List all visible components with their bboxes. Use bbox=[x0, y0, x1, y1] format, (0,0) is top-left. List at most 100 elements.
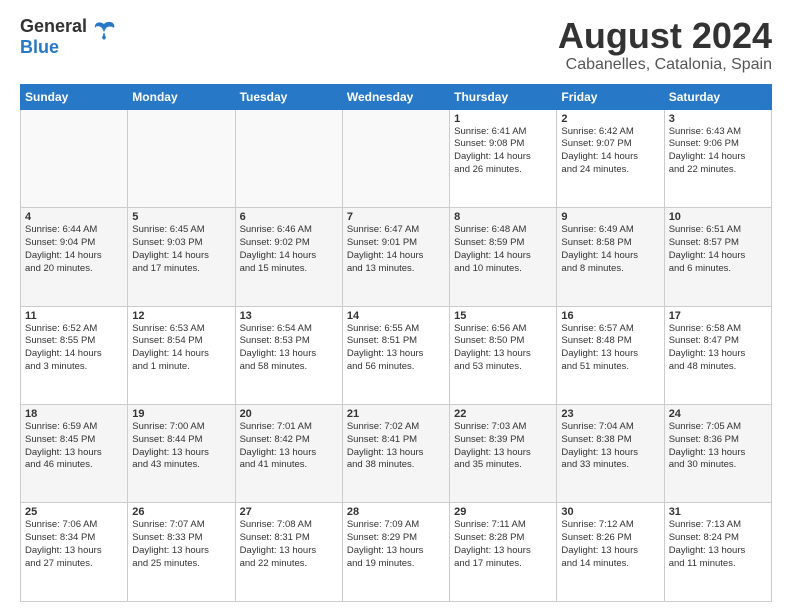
day-info: Sunrise: 6:55 AM Sunset: 8:51 PM Dayligh… bbox=[347, 323, 445, 374]
day-info: Sunrise: 6:51 AM Sunset: 8:57 PM Dayligh… bbox=[669, 224, 767, 275]
table-row: 14Sunrise: 6:55 AM Sunset: 8:51 PM Dayli… bbox=[342, 306, 449, 404]
day-info: Sunrise: 6:48 AM Sunset: 8:59 PM Dayligh… bbox=[454, 224, 552, 275]
table-row: 10Sunrise: 6:51 AM Sunset: 8:57 PM Dayli… bbox=[664, 208, 771, 306]
table-row bbox=[128, 109, 235, 207]
day-info: Sunrise: 7:11 AM Sunset: 8:28 PM Dayligh… bbox=[454, 519, 552, 570]
day-number: 6 bbox=[240, 211, 338, 223]
table-row: 8Sunrise: 6:48 AM Sunset: 8:59 PM Daylig… bbox=[450, 208, 557, 306]
day-info: Sunrise: 7:01 AM Sunset: 8:42 PM Dayligh… bbox=[240, 421, 338, 472]
day-info: Sunrise: 6:49 AM Sunset: 8:58 PM Dayligh… bbox=[561, 224, 659, 275]
day-number: 1 bbox=[454, 113, 552, 125]
day-number: 16 bbox=[561, 310, 659, 322]
day-info: Sunrise: 7:04 AM Sunset: 8:38 PM Dayligh… bbox=[561, 421, 659, 472]
table-row: 30Sunrise: 7:12 AM Sunset: 8:26 PM Dayli… bbox=[557, 503, 664, 602]
header-thursday: Thursday bbox=[450, 84, 557, 109]
table-row: 22Sunrise: 7:03 AM Sunset: 8:39 PM Dayli… bbox=[450, 405, 557, 503]
header-tuesday: Tuesday bbox=[235, 84, 342, 109]
table-row: 25Sunrise: 7:06 AM Sunset: 8:34 PM Dayli… bbox=[21, 503, 128, 602]
month-title: August 2024 bbox=[558, 16, 772, 56]
day-info: Sunrise: 7:09 AM Sunset: 8:29 PM Dayligh… bbox=[347, 519, 445, 570]
table-row: 5Sunrise: 6:45 AM Sunset: 9:03 PM Daylig… bbox=[128, 208, 235, 306]
calendar-row-2: 11Sunrise: 6:52 AM Sunset: 8:55 PM Dayli… bbox=[21, 306, 772, 404]
table-row: 6Sunrise: 6:46 AM Sunset: 9:02 PM Daylig… bbox=[235, 208, 342, 306]
calendar-table: Sunday Monday Tuesday Wednesday Thursday… bbox=[20, 84, 772, 602]
day-info: Sunrise: 7:00 AM Sunset: 8:44 PM Dayligh… bbox=[132, 421, 230, 472]
table-row: 16Sunrise: 6:57 AM Sunset: 8:48 PM Dayli… bbox=[557, 306, 664, 404]
day-number: 13 bbox=[240, 310, 338, 322]
table-row: 23Sunrise: 7:04 AM Sunset: 8:38 PM Dayli… bbox=[557, 405, 664, 503]
day-info: Sunrise: 7:12 AM Sunset: 8:26 PM Dayligh… bbox=[561, 519, 659, 570]
day-number: 4 bbox=[25, 211, 123, 223]
day-info: Sunrise: 7:03 AM Sunset: 8:39 PM Dayligh… bbox=[454, 421, 552, 472]
day-number: 23 bbox=[561, 408, 659, 420]
table-row: 9Sunrise: 6:49 AM Sunset: 8:58 PM Daylig… bbox=[557, 208, 664, 306]
day-number: 31 bbox=[669, 506, 767, 518]
calendar-row-1: 4Sunrise: 6:44 AM Sunset: 9:04 PM Daylig… bbox=[21, 208, 772, 306]
table-row: 31Sunrise: 7:13 AM Sunset: 8:24 PM Dayli… bbox=[664, 503, 771, 602]
day-number: 21 bbox=[347, 408, 445, 420]
day-info: Sunrise: 6:43 AM Sunset: 9:06 PM Dayligh… bbox=[669, 126, 767, 177]
day-info: Sunrise: 7:05 AM Sunset: 8:36 PM Dayligh… bbox=[669, 421, 767, 472]
table-row: 19Sunrise: 7:00 AM Sunset: 8:44 PM Dayli… bbox=[128, 405, 235, 503]
table-row: 20Sunrise: 7:01 AM Sunset: 8:42 PM Dayli… bbox=[235, 405, 342, 503]
table-row: 27Sunrise: 7:08 AM Sunset: 8:31 PM Dayli… bbox=[235, 503, 342, 602]
logo-general: General bbox=[20, 16, 87, 36]
day-number: 3 bbox=[669, 113, 767, 125]
day-number: 29 bbox=[454, 506, 552, 518]
day-info: Sunrise: 6:42 AM Sunset: 9:07 PM Dayligh… bbox=[561, 126, 659, 177]
logo: General Blue bbox=[20, 16, 118, 57]
day-number: 12 bbox=[132, 310, 230, 322]
day-info: Sunrise: 6:47 AM Sunset: 9:01 PM Dayligh… bbox=[347, 224, 445, 275]
calendar-row-0: 1Sunrise: 6:41 AM Sunset: 9:08 PM Daylig… bbox=[21, 109, 772, 207]
day-number: 2 bbox=[561, 113, 659, 125]
header-wednesday: Wednesday bbox=[342, 84, 449, 109]
calendar-row-3: 18Sunrise: 6:59 AM Sunset: 8:45 PM Dayli… bbox=[21, 405, 772, 503]
day-info: Sunrise: 6:54 AM Sunset: 8:53 PM Dayligh… bbox=[240, 323, 338, 374]
location-title: Cabanelles, Catalonia, Spain bbox=[558, 56, 772, 74]
table-row bbox=[21, 109, 128, 207]
title-block: August 2024 Cabanelles, Catalonia, Spain bbox=[558, 16, 772, 74]
day-info: Sunrise: 6:58 AM Sunset: 8:47 PM Dayligh… bbox=[669, 323, 767, 374]
page: General Blue August 2024 Cabanelles, Cat… bbox=[0, 0, 792, 612]
day-number: 10 bbox=[669, 211, 767, 223]
day-info: Sunrise: 6:52 AM Sunset: 8:55 PM Dayligh… bbox=[25, 323, 123, 374]
day-number: 7 bbox=[347, 211, 445, 223]
table-row: 26Sunrise: 7:07 AM Sunset: 8:33 PM Dayli… bbox=[128, 503, 235, 602]
day-number: 27 bbox=[240, 506, 338, 518]
table-row: 15Sunrise: 6:56 AM Sunset: 8:50 PM Dayli… bbox=[450, 306, 557, 404]
day-number: 28 bbox=[347, 506, 445, 518]
calendar-row-4: 25Sunrise: 7:06 AM Sunset: 8:34 PM Dayli… bbox=[21, 503, 772, 602]
table-row: 3Sunrise: 6:43 AM Sunset: 9:06 PM Daylig… bbox=[664, 109, 771, 207]
day-info: Sunrise: 7:08 AM Sunset: 8:31 PM Dayligh… bbox=[240, 519, 338, 570]
table-row: 1Sunrise: 6:41 AM Sunset: 9:08 PM Daylig… bbox=[450, 109, 557, 207]
day-number: 15 bbox=[454, 310, 552, 322]
day-number: 8 bbox=[454, 211, 552, 223]
day-number: 26 bbox=[132, 506, 230, 518]
day-number: 17 bbox=[669, 310, 767, 322]
day-info: Sunrise: 7:07 AM Sunset: 8:33 PM Dayligh… bbox=[132, 519, 230, 570]
day-info: Sunrise: 6:41 AM Sunset: 9:08 PM Dayligh… bbox=[454, 126, 552, 177]
day-number: 25 bbox=[25, 506, 123, 518]
table-row: 7Sunrise: 6:47 AM Sunset: 9:01 PM Daylig… bbox=[342, 208, 449, 306]
table-row: 28Sunrise: 7:09 AM Sunset: 8:29 PM Dayli… bbox=[342, 503, 449, 602]
header-saturday: Saturday bbox=[664, 84, 771, 109]
table-row: 21Sunrise: 7:02 AM Sunset: 8:41 PM Dayli… bbox=[342, 405, 449, 503]
day-info: Sunrise: 6:57 AM Sunset: 8:48 PM Dayligh… bbox=[561, 323, 659, 374]
table-row: 11Sunrise: 6:52 AM Sunset: 8:55 PM Dayli… bbox=[21, 306, 128, 404]
table-row: 2Sunrise: 6:42 AM Sunset: 9:07 PM Daylig… bbox=[557, 109, 664, 207]
calendar-header-row: Sunday Monday Tuesday Wednesday Thursday… bbox=[21, 84, 772, 109]
day-info: Sunrise: 7:06 AM Sunset: 8:34 PM Dayligh… bbox=[25, 519, 123, 570]
table-row: 13Sunrise: 6:54 AM Sunset: 8:53 PM Dayli… bbox=[235, 306, 342, 404]
day-info: Sunrise: 6:56 AM Sunset: 8:50 PM Dayligh… bbox=[454, 323, 552, 374]
table-row: 29Sunrise: 7:11 AM Sunset: 8:28 PM Dayli… bbox=[450, 503, 557, 602]
day-number: 9 bbox=[561, 211, 659, 223]
day-number: 20 bbox=[240, 408, 338, 420]
logo-bird-icon bbox=[90, 18, 118, 46]
header: General Blue August 2024 Cabanelles, Cat… bbox=[20, 16, 772, 74]
day-number: 24 bbox=[669, 408, 767, 420]
table-row: 12Sunrise: 6:53 AM Sunset: 8:54 PM Dayli… bbox=[128, 306, 235, 404]
day-number: 18 bbox=[25, 408, 123, 420]
table-row bbox=[342, 109, 449, 207]
table-row: 18Sunrise: 6:59 AM Sunset: 8:45 PM Dayli… bbox=[21, 405, 128, 503]
day-number: 19 bbox=[132, 408, 230, 420]
